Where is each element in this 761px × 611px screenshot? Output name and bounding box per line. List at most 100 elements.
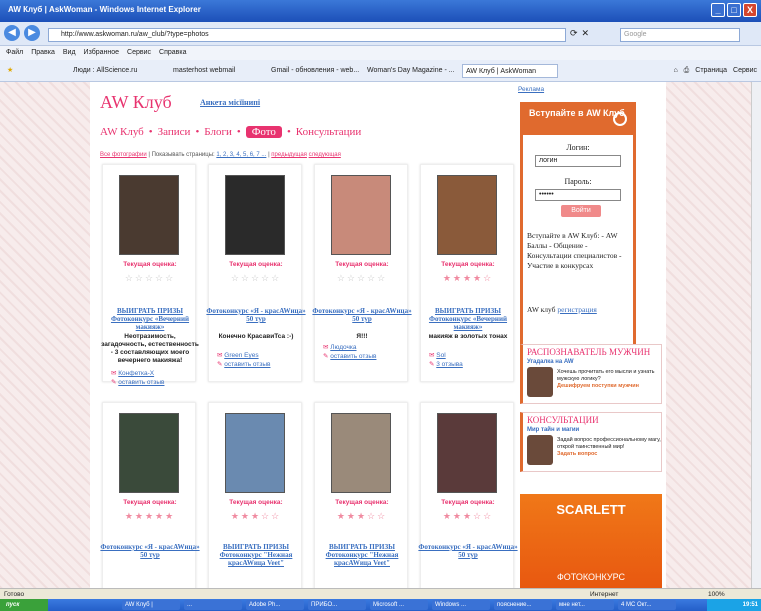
author-link[interactable]: Людочка bbox=[330, 344, 356, 351]
contest-link[interactable]: ВЫИГРАТЬ ПРИЗЫ Фотоконкурс «Вечерний мак… bbox=[417, 307, 519, 331]
taskbar-item[interactable]: 4 МС Окт... bbox=[618, 600, 676, 610]
rating-stars[interactable]: ★★★★☆ bbox=[421, 273, 515, 284]
contest-link[interactable]: ВЫИГРАТЬ ПРИЗЫ Фотоконкурс «Вечерний мак… bbox=[99, 307, 201, 331]
tab-records[interactable]: Записи bbox=[158, 126, 191, 138]
register-link[interactable]: регистрация bbox=[557, 305, 596, 314]
reply-link[interactable]: оставить отзыв bbox=[330, 353, 376, 360]
promo-subtitle[interactable]: Угадалка на AW bbox=[527, 359, 574, 365]
author-link[interactable]: Конфетка-Х bbox=[118, 370, 154, 377]
contest-link[interactable]: Фотоконкурс «Я - красAWица» 50 тур bbox=[417, 543, 519, 559]
search-input[interactable]: Google bbox=[620, 28, 740, 42]
photo-thumbnail[interactable] bbox=[437, 413, 497, 493]
photo-card: Текущая оценка: ★★★★☆ ВЫИГРАТЬ ПРИЗЫ Фот… bbox=[420, 164, 514, 382]
back-icon[interactable]: ◀ bbox=[4, 25, 20, 41]
stop-icon[interactable]: ✕ bbox=[582, 28, 590, 39]
tab-photo[interactable]: Фото bbox=[245, 126, 282, 138]
menu-edit[interactable]: Правка bbox=[31, 46, 55, 60]
tab-allscience[interactable]: Люди : AllScience.ru bbox=[70, 64, 160, 78]
rating-stars[interactable]: ☆☆☆☆☆ bbox=[103, 273, 197, 284]
next-page-link[interactable]: следующая bbox=[309, 152, 341, 158]
maximize-button[interactable]: □ bbox=[727, 3, 741, 17]
photo-thumbnail[interactable] bbox=[437, 175, 497, 255]
photo-thumbnail[interactable] bbox=[119, 175, 179, 255]
login-field[interactable]: логин bbox=[535, 155, 621, 167]
login-button[interactable]: Войти bbox=[561, 205, 601, 217]
rating-stars[interactable]: ☆☆☆☆☆ bbox=[315, 273, 409, 284]
promo-title[interactable]: КОНСУЛЬТАЦИИ bbox=[527, 415, 599, 425]
tab-gmail[interactable]: Gmail - обновления - web... bbox=[268, 64, 360, 78]
all-photos-link[interactable]: Все фотографии bbox=[100, 152, 147, 158]
taskbar-item[interactable]: пояснение... bbox=[494, 600, 552, 610]
rating-stars[interactable]: ★★★☆☆ bbox=[421, 511, 515, 522]
anketa-link[interactable]: Анкета місїїнипі bbox=[200, 98, 260, 107]
reply-link[interactable]: 3 отзыва bbox=[436, 361, 463, 368]
author-link[interactable]: Green Eyes bbox=[224, 352, 258, 359]
password-field[interactable]: •••••• bbox=[535, 189, 621, 201]
contest-link[interactable]: Фотоконкурс «Я - красAWица» 50 тур bbox=[99, 543, 201, 559]
promo-link[interactable]: Задать вопрос bbox=[557, 451, 597, 457]
prev-page-link[interactable]: предыдущая bbox=[271, 152, 307, 158]
promo-subtitle[interactable]: Мир тайн и магии bbox=[527, 427, 579, 433]
photo-thumbnail[interactable] bbox=[331, 413, 391, 493]
menu-help[interactable]: Справка bbox=[159, 46, 186, 60]
taskbar-item[interactable]: Windows ... bbox=[432, 600, 490, 610]
status-bar: Готово Интернет 100% bbox=[0, 588, 761, 599]
tab-club[interactable]: AW Клуб bbox=[100, 126, 144, 138]
contest-link[interactable]: ВЫИГРАТЬ ПРИЗЫ Фотоконкурс "Нежная красA… bbox=[311, 543, 413, 567]
taskbar-item[interactable]: ... bbox=[184, 600, 242, 610]
site-title[interactable]: AW Клуб bbox=[100, 92, 172, 113]
minimize-button[interactable]: _ bbox=[711, 3, 725, 17]
taskbar-item[interactable]: мне нет... bbox=[556, 600, 614, 610]
tab-consult[interactable]: Консультации bbox=[296, 126, 362, 138]
taskbar-item[interactable]: Microsoft ... bbox=[370, 600, 428, 610]
taskbar-item[interactable]: AW Клуб | bbox=[122, 600, 180, 610]
rating-stars[interactable]: ☆☆☆☆☆ bbox=[209, 273, 303, 284]
photo-thumbnail[interactable] bbox=[119, 413, 179, 493]
print-icon[interactable]: ⎙ bbox=[684, 64, 690, 78]
taskbar-item[interactable]: ПРИБО... bbox=[308, 600, 366, 610]
tab-blogs[interactable]: Блоги bbox=[204, 126, 232, 138]
reply-link[interactable]: оставить отзыв bbox=[118, 379, 164, 386]
promo-box: РАСПОЗНАВАТЕЛЬ МУЖЧИН Угадалка на AW Хоч… bbox=[520, 344, 662, 404]
menu-view[interactable]: Вид bbox=[63, 46, 76, 60]
author-link[interactable]: Sol bbox=[436, 352, 445, 359]
menu-favorites[interactable]: Избранное bbox=[84, 46, 119, 60]
menu-tools[interactable]: Сервис bbox=[127, 46, 151, 60]
page-menu[interactable]: Страница bbox=[695, 64, 727, 78]
reply-link[interactable]: оставить отзыв bbox=[224, 361, 270, 368]
club-benefits: Вступайте в AW Клуб: - AW Баллы - Общени… bbox=[527, 231, 622, 270]
taskbar-item[interactable]: Adobe Ph... bbox=[246, 600, 304, 610]
photo-thumbnail[interactable] bbox=[331, 175, 391, 255]
rating-stars[interactable]: ★★★★★ bbox=[103, 511, 197, 522]
page-numbers[interactable]: 1, 2, 3, 4, 5, 6, 7 ... bbox=[216, 152, 266, 158]
advert-banner[interactable]: SCARLETT ФОТОКОНКУРС bbox=[520, 494, 662, 588]
service-menu[interactable]: Сервис bbox=[733, 64, 757, 78]
rating-stars[interactable]: ★★★☆☆ bbox=[209, 511, 303, 522]
taskbar: пуск AW Клуб | ... Adobe Ph... ПРИБО... … bbox=[0, 599, 761, 611]
photo-meta: ✉ Green Eyes ✎ оставить отзыв bbox=[217, 352, 271, 368]
contest-link[interactable]: ВЫИГРАТЬ ПРИЗЫ Фотоконкурс "Нежная красA… bbox=[205, 543, 307, 567]
promo-description: Задай вопрос профессиональному магу, отк… bbox=[557, 437, 661, 450]
contest-link[interactable]: Фотоконкурс «Я - красAWица» 50 тур bbox=[205, 307, 307, 323]
menu-file[interactable]: Файл bbox=[6, 46, 23, 60]
photo-thumbnail[interactable] bbox=[225, 413, 285, 493]
rating-stars[interactable]: ★★★☆☆ bbox=[315, 511, 409, 522]
home-icon[interactable]: ⌂ bbox=[673, 64, 677, 78]
tab-webmail[interactable]: masterhost webmail bbox=[170, 64, 260, 78]
tab-awclub[interactable]: AW Клуб | AskWoman bbox=[462, 64, 558, 78]
photo-thumbnail[interactable] bbox=[225, 175, 285, 255]
refresh-icon[interactable]: ⟳ bbox=[570, 28, 578, 39]
promo-image[interactable] bbox=[527, 435, 553, 465]
close-button[interactable]: X bbox=[743, 3, 757, 17]
promo-image[interactable] bbox=[527, 367, 553, 397]
promo-title[interactable]: РАСПОЗНАВАТЕЛЬ МУЖЧИН bbox=[527, 347, 650, 357]
ad-label[interactable]: Реклама bbox=[518, 86, 544, 93]
contest-link[interactable]: Фотоконкурс «Я - красAWица» 50 тур bbox=[311, 307, 413, 323]
favorites-star-icon[interactable]: ★ bbox=[4, 64, 16, 78]
url-input[interactable]: http://www.askwoman.ru/aw_club/?type=pho… bbox=[48, 28, 566, 42]
forward-icon[interactable]: ▶ bbox=[24, 25, 40, 41]
vertical-scrollbar[interactable] bbox=[751, 82, 761, 588]
promo-link[interactable]: Дешифруем поступки мужчин bbox=[557, 383, 639, 389]
tab-womansday[interactable]: Woman's Day Magazine - ... bbox=[364, 64, 458, 78]
start-button[interactable]: пуск bbox=[0, 599, 48, 611]
